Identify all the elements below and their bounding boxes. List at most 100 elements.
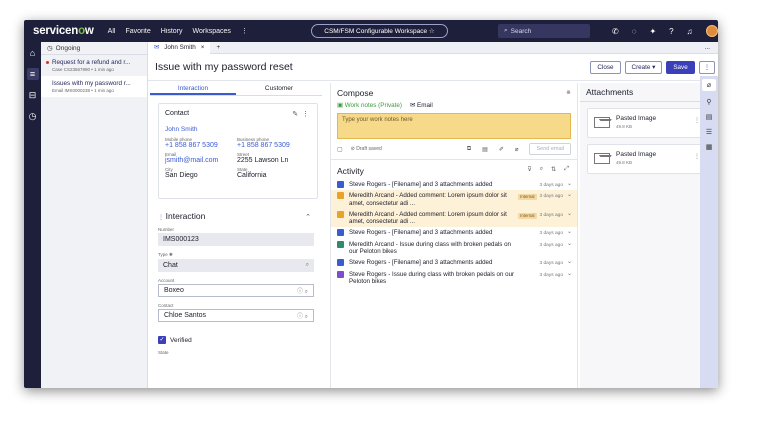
account-field[interactable]: Boxeo ⓘ ⌕ bbox=[158, 284, 314, 297]
chat-icon[interactable]: ◌ bbox=[632, 27, 637, 36]
insert-icon[interactable]: ⧉ bbox=[467, 146, 471, 153]
tab-overflow-icon[interactable]: ... bbox=[705, 44, 710, 51]
attachment-card[interactable]: Pasted Image 49.8 KB ⋮ bbox=[587, 108, 707, 138]
search-icon: ⌕ bbox=[504, 27, 508, 34]
activity-type-icon bbox=[337, 259, 344, 267]
activity-header: Activity ⊽ ⌕ ⇅ ⤢ bbox=[331, 160, 577, 179]
work-notes-textarea[interactable]: Type your work notes here bbox=[337, 113, 571, 139]
workspace-selector[interactable]: CSM/FSM Configurable Workspace ☆ bbox=[311, 24, 448, 38]
document-icon[interactable]: ▤ bbox=[706, 113, 713, 121]
list-item[interactable]: Request for a refund and r... Case CS235… bbox=[41, 55, 147, 76]
expand-icon[interactable]: ⤢ bbox=[564, 166, 569, 173]
table-icon[interactable]: ▤ bbox=[482, 146, 488, 153]
page-title: Issue with my password reset bbox=[155, 61, 293, 73]
ongoing-header[interactable]: ◷ Ongoing bbox=[41, 42, 147, 55]
activity-text: Meredith Arcand - Issue during class wit… bbox=[349, 240, 511, 256]
list-item-title: Request for a refund and r... bbox=[52, 59, 131, 66]
clock-icon[interactable]: ◷ bbox=[27, 110, 39, 122]
bell-icon[interactable]: ♫ bbox=[687, 27, 693, 36]
nav-more-icon[interactable]: ⋮ bbox=[241, 27, 248, 35]
global-search-input[interactable]: ⌕ Search bbox=[498, 24, 590, 38]
attach-icon[interactable]: ⌀ bbox=[515, 146, 519, 153]
contact-field[interactable]: Chloe Santos ⓘ ⌕ bbox=[158, 309, 314, 322]
chevron-down-icon[interactable]: ⌄ bbox=[567, 259, 572, 266]
image-icon bbox=[594, 117, 610, 128]
activity-time: 3 days ago bbox=[539, 183, 563, 188]
save-button[interactable]: Save bbox=[666, 61, 695, 74]
number-label: Number bbox=[158, 227, 175, 232]
chevron-down-icon[interactable]: ⌄ bbox=[567, 211, 572, 218]
tab-john-smith[interactable]: ✉ John Smith × bbox=[148, 41, 211, 54]
sparkle-icon[interactable]: ✦ bbox=[649, 27, 656, 36]
list-item[interactable]: Issues with my password r... Email IMS00… bbox=[41, 76, 147, 97]
activity-row[interactable]: Meredith Arcand - Added comment: Lorem i… bbox=[331, 208, 577, 228]
activity-row[interactable]: Steve Rogers - [Filename] and 3 attachme… bbox=[331, 179, 577, 190]
type-field[interactable]: Chat ⌕ bbox=[158, 259, 314, 272]
tab-label: John Smith bbox=[164, 44, 196, 51]
right-sidebar-rail: ⌀ ⚲ ▤ ☰ ▦ bbox=[700, 76, 718, 388]
tab-work-notes[interactable]: ▣ Work notes (Private) bbox=[337, 102, 402, 109]
activity-row[interactable]: Steve Rogers - Issue during class with b… bbox=[331, 269, 577, 288]
sort-icon[interactable]: ⇅ bbox=[551, 166, 556, 173]
nav-workspaces[interactable]: Workspaces bbox=[193, 28, 231, 35]
collapse-icon[interactable]: ⋇ bbox=[566, 89, 571, 96]
nav-all[interactable]: All bbox=[108, 28, 116, 35]
chevron-down-icon[interactable]: ⌄ bbox=[567, 271, 572, 278]
activity-text: Steve Rogers - Issue during class with b… bbox=[349, 270, 515, 285]
tab-email[interactable]: ✉ Email bbox=[410, 102, 433, 109]
edit-icon[interactable]: ✎ ⋮ bbox=[292, 110, 309, 118]
user-avatar[interactable] bbox=[705, 25, 718, 37]
nav-history[interactable]: History bbox=[161, 28, 183, 35]
inbox-icon[interactable]: ⊟ bbox=[27, 89, 39, 101]
city-value: San Diego bbox=[165, 172, 198, 179]
magic-icon[interactable]: ✐ bbox=[499, 146, 504, 153]
chevron-down-icon[interactable]: ⌄ bbox=[567, 241, 572, 248]
attachment-card[interactable]: Pasted Image 49.8 KB ⋮ bbox=[587, 144, 707, 174]
tab-interaction[interactable]: Interaction bbox=[150, 83, 236, 95]
chevron-down-icon[interactable]: ⌄ bbox=[567, 229, 572, 236]
chevron-up-icon[interactable]: ⌃ bbox=[305, 213, 311, 221]
activity-row[interactable]: Meredith Arcand - Added comment: Lorem i… bbox=[331, 190, 577, 209]
tab-customer[interactable]: Customer bbox=[236, 83, 322, 95]
number-value: IMS000123 bbox=[163, 236, 199, 243]
nav-favorites[interactable]: Favorite bbox=[125, 28, 150, 35]
search-icon[interactable]: ⌕ bbox=[540, 166, 543, 173]
add-tab-icon[interactable]: + bbox=[216, 44, 220, 51]
agent-assist-icon[interactable]: ⚲ bbox=[706, 98, 711, 106]
filter-icon[interactable]: ⊽ bbox=[527, 166, 531, 173]
servicenow-logo[interactable]: servicenow bbox=[33, 25, 94, 37]
list-icon[interactable]: ≡ bbox=[26, 68, 39, 80]
email-link[interactable]: jsmith@mail.com bbox=[165, 157, 237, 164]
info-search-icon[interactable]: ⓘ ⌕ bbox=[297, 311, 308, 321]
activity-meta: 3 days ago bbox=[540, 260, 563, 267]
list-details-icon[interactable]: ☰ bbox=[706, 128, 712, 136]
activity-type-icon bbox=[337, 192, 344, 200]
tab-close-icon[interactable]: × bbox=[201, 44, 205, 51]
more-actions-button[interactable]: ⋮ bbox=[698, 61, 715, 74]
contact-heading: Contact bbox=[165, 110, 190, 117]
activity-row[interactable]: Steve Rogers - [Filename] and 3 attachme… bbox=[331, 227, 577, 238]
template-icon[interactable]: ▢ bbox=[337, 146, 343, 153]
home-icon[interactable]: ⌂ bbox=[27, 47, 39, 59]
info-search-icon[interactable]: ⓘ ⌕ bbox=[297, 286, 308, 296]
create-dropdown-button[interactable]: Create ▾ bbox=[624, 61, 663, 74]
activity-row[interactable]: Meredith Arcand - Issue during class wit… bbox=[331, 239, 577, 258]
internal-badge: Internal bbox=[518, 194, 537, 201]
activity-row[interactable]: Steve Rogers - [Filename] and 3 attachme… bbox=[331, 257, 577, 268]
send-email-button[interactable]: Send email bbox=[529, 143, 571, 155]
chevron-down-icon[interactable]: ⌄ bbox=[567, 192, 572, 199]
chevron-down-icon[interactable]: ⌄ bbox=[567, 181, 572, 188]
contact-name-link[interactable]: John Smith bbox=[165, 126, 311, 133]
attachment-name: Pasted Image bbox=[616, 115, 657, 122]
list-item-title: Issues with my password r... bbox=[52, 80, 131, 87]
interaction-heading[interactable]: ⋮ Interaction bbox=[158, 211, 314, 221]
phone-icon[interactable]: ✆ bbox=[612, 27, 619, 36]
activity-tools: ⊽ ⌕ ⇅ ⤢ bbox=[527, 166, 569, 173]
grid-icon[interactable]: ▦ bbox=[706, 143, 713, 151]
close-button[interactable]: Close bbox=[590, 61, 621, 74]
mobile-phone-link[interactable]: +1 858 867 5309 bbox=[165, 142, 237, 149]
business-phone-link[interactable]: +1 858 867 5309 bbox=[237, 142, 309, 149]
verified-checkbox[interactable]: ✓ Verified bbox=[158, 336, 314, 344]
attachment-clip-icon[interactable]: ⌀ bbox=[702, 79, 716, 91]
help-icon[interactable]: ? bbox=[669, 27, 673, 36]
